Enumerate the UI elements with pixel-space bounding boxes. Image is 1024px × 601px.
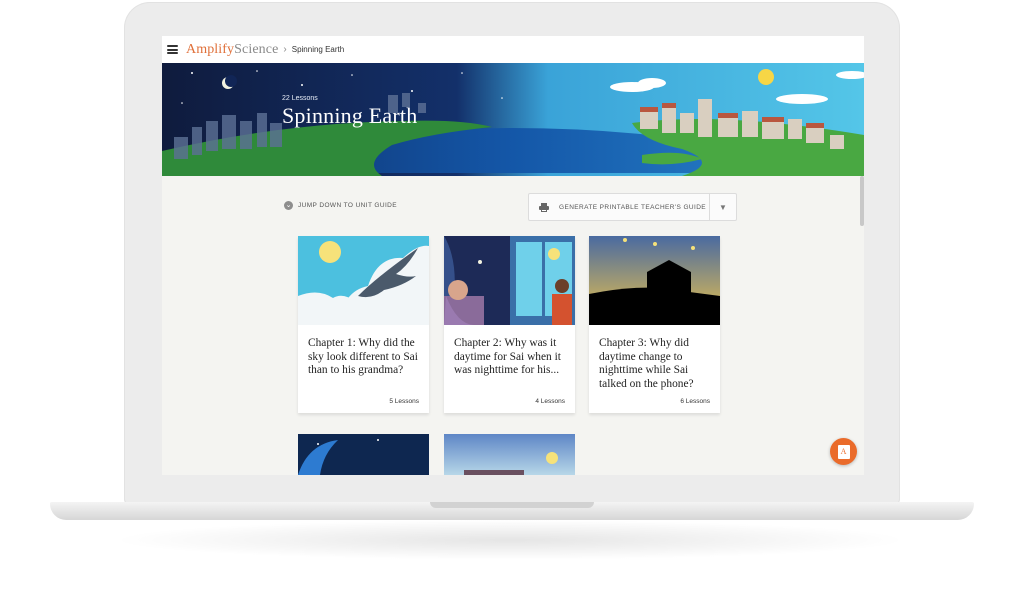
hero-illustration bbox=[162, 63, 864, 176]
chevron-down-circle-icon: ⌄ bbox=[284, 201, 293, 210]
chapter-4-illustration bbox=[298, 434, 429, 475]
chapter-2-illustration bbox=[444, 236, 575, 325]
chapter-card[interactable]: Chapter 3: Why did daytime change to nig… bbox=[589, 236, 720, 413]
chapter-card[interactable]: Chapter 2: Why was it daytime for Sai wh… bbox=[444, 236, 575, 413]
generate-teachers-guide-label: GENERATE PRINTABLE TEACHER'S GUIDE bbox=[559, 203, 707, 211]
top-navigation-bar: AmplifyScience › Spinning Earth bbox=[162, 36, 864, 64]
printer-icon bbox=[539, 202, 549, 212]
chapter-card-partial[interactable] bbox=[444, 434, 575, 475]
chapter-3-title: Chapter 3: Why did daytime change to nig… bbox=[599, 337, 694, 390]
amplify-science-logo[interactable]: AmplifyScience bbox=[186, 42, 278, 58]
hero-lesson-count: 22 Lessons bbox=[282, 95, 318, 102]
menu-icon[interactable] bbox=[167, 45, 178, 54]
caret-down-icon[interactable]: ▼ bbox=[709, 194, 736, 220]
unit-title: Spinning Earth bbox=[282, 103, 418, 128]
document-icon: A bbox=[837, 444, 850, 459]
generate-teachers-guide-button[interactable]: GENERATE PRINTABLE TEACHER'S GUIDE ▼ bbox=[528, 193, 737, 221]
help-button[interactable]: A bbox=[830, 438, 857, 465]
jump-to-unit-guide-label: JUMP DOWN TO UNIT GUIDE bbox=[298, 202, 398, 209]
breadcrumb-current: Spinning Earth bbox=[291, 45, 345, 54]
chapter-1-lesson-count: 5 Lessons bbox=[389, 398, 419, 405]
chapter-3-illustration bbox=[589, 236, 720, 325]
chapter-1-title: Chapter 1: Why did the sky look differen… bbox=[308, 337, 418, 377]
laptop-notch bbox=[430, 502, 594, 508]
laptop-shadow bbox=[110, 520, 910, 560]
chapter-2-lesson-count: 4 Lessons bbox=[535, 398, 565, 405]
chapter-card[interactable]: Chapter 1: Why did the sky look differen… bbox=[298, 236, 429, 413]
scrollbar[interactable] bbox=[860, 176, 864, 226]
chapter-2-title: Chapter 2: Why was it daytime for Sai wh… bbox=[454, 337, 561, 377]
laptop-screen: AmplifyScience › Spinning Earth 22 Lesso… bbox=[162, 36, 864, 475]
jump-to-unit-guide-link[interactable]: ⌄ JUMP DOWN TO UNIT GUIDE bbox=[284, 201, 397, 210]
chapter-5-illustration bbox=[444, 434, 575, 475]
chapter-3-lesson-count: 6 Lessons bbox=[680, 398, 710, 405]
unit-hero-banner: 22 Lessons Spinning Earth bbox=[162, 63, 864, 176]
chapter-1-illustration bbox=[298, 236, 429, 325]
chapter-card-partial[interactable] bbox=[298, 434, 429, 475]
breadcrumb-separator: › bbox=[283, 44, 287, 55]
